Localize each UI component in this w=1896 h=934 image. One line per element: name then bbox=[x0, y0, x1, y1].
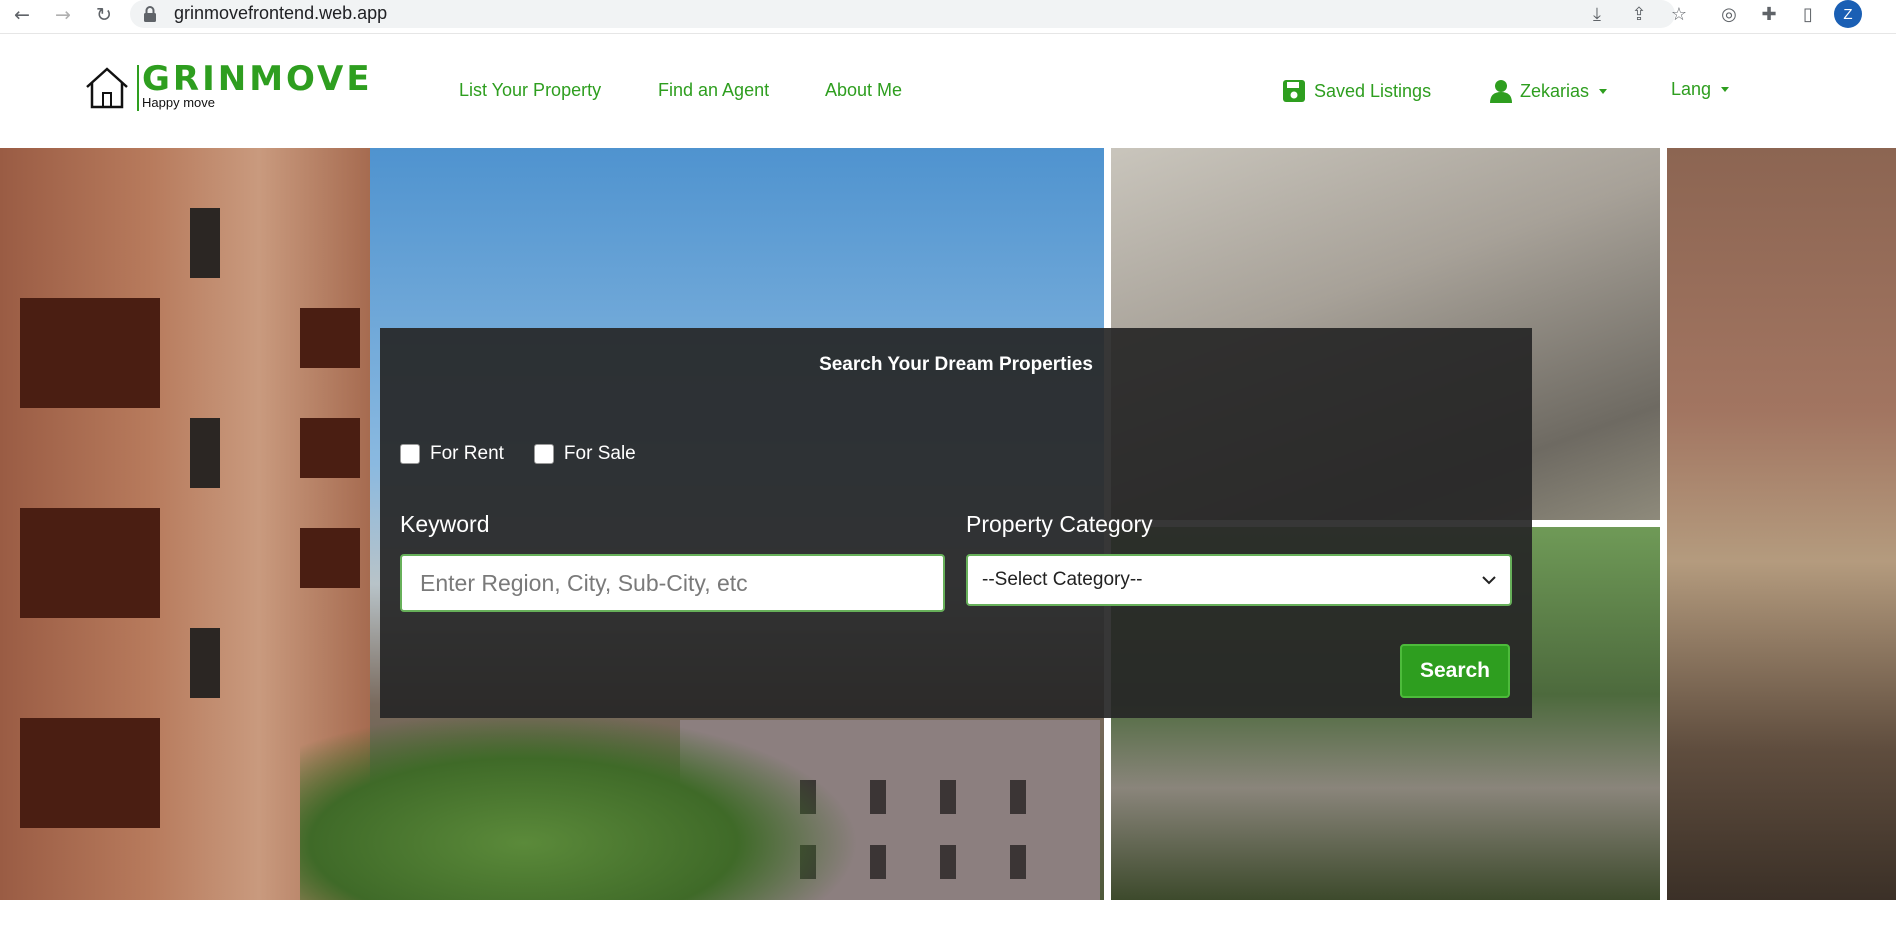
balcony bbox=[20, 298, 160, 408]
site-header: GRINMOVE Happy move List Your Property F… bbox=[0, 35, 1896, 147]
user-name: Zekarias bbox=[1520, 80, 1590, 101]
keyword-input[interactable]: Enter Region, City, Sub-City, etc bbox=[400, 554, 945, 612]
forward-icon[interactable]: → bbox=[50, 2, 76, 28]
category-select[interactable]: --Select Category-- bbox=[966, 554, 1512, 606]
balcony bbox=[300, 418, 360, 478]
house-icon bbox=[86, 67, 128, 109]
hero-banner: Search Your Dream Properties For Rent Fo… bbox=[0, 148, 1896, 900]
language-label: Lang bbox=[1671, 79, 1712, 99]
hero-image-balcony bbox=[1667, 148, 1896, 900]
logo-divider bbox=[137, 65, 139, 111]
search-button[interactable]: Search bbox=[1400, 644, 1510, 698]
install-icon[interactable]: ⤓ bbox=[1584, 1, 1610, 27]
nav-about-me[interactable]: About Me bbox=[825, 80, 902, 101]
balcony bbox=[20, 508, 160, 618]
saved-listings-label: Saved Listings bbox=[1314, 80, 1432, 101]
for-sale-checkbox[interactable]: For Sale bbox=[533, 443, 636, 465]
reload-icon[interactable]: ↻ bbox=[91, 2, 117, 28]
language-menu[interactable]: Lang bbox=[1671, 79, 1730, 100]
puzzle-icon[interactable]: ✚ bbox=[1756, 1, 1782, 27]
lock-icon bbox=[144, 6, 156, 22]
search-panel: Search Your Dream Properties For Rent Fo… bbox=[380, 328, 1532, 718]
search-title: Search Your Dream Properties bbox=[819, 354, 1093, 375]
extension-icon[interactable]: ◎ bbox=[1716, 1, 1742, 27]
checkbox-box[interactable] bbox=[400, 444, 420, 464]
window bbox=[190, 418, 220, 488]
window bbox=[190, 208, 220, 278]
chevron-down-icon bbox=[1721, 87, 1730, 92]
back-icon[interactable]: ← bbox=[9, 2, 35, 28]
for-sale-label: For Sale bbox=[563, 443, 636, 464]
category-label: Property Category bbox=[966, 511, 1153, 537]
for-rent-checkbox[interactable]: For Rent bbox=[400, 443, 504, 465]
user-menu[interactable]: Zekarias bbox=[1490, 79, 1608, 103]
checkbox-box[interactable] bbox=[533, 444, 554, 464]
listing-type-options: For Rent For Sale bbox=[400, 443, 636, 465]
profile-avatar[interactable]: Z bbox=[1834, 0, 1862, 28]
balcony bbox=[20, 718, 160, 828]
chevron-down-icon bbox=[1599, 88, 1608, 94]
browser-toolbar: ← → ↻ grinmovefrontend.web.app ⤓ ⇪ ☆ ◎ ✚… bbox=[0, 0, 1896, 34]
nav-find-agent[interactable]: Find an Agent bbox=[658, 80, 769, 101]
brand-tagline: Happy move bbox=[142, 95, 215, 110]
brand-name: GRINMOVE bbox=[142, 59, 373, 99]
site-logo[interactable]: GRINMOVE Happy move bbox=[84, 35, 384, 117]
user-icon bbox=[1490, 80, 1512, 103]
balcony bbox=[300, 528, 360, 588]
window bbox=[190, 628, 220, 698]
chevron-down-icon bbox=[1482, 576, 1496, 585]
side-panel-icon[interactable]: ▯ bbox=[1795, 1, 1821, 27]
floppy-disk-icon bbox=[1283, 80, 1305, 102]
balcony bbox=[300, 308, 360, 368]
category-selected-value: --Select Category-- bbox=[982, 569, 1143, 590]
keyword-label: Keyword bbox=[400, 511, 490, 537]
share-icon[interactable]: ⇪ bbox=[1626, 1, 1652, 27]
nav-list-property[interactable]: List Your Property bbox=[459, 80, 601, 101]
url-text[interactable]: grinmovefrontend.web.app bbox=[174, 3, 387, 24]
saved-listings-link[interactable]: Saved Listings bbox=[1282, 79, 1431, 103]
bookmark-star-icon[interactable]: ☆ bbox=[1666, 1, 1692, 27]
for-rent-label: For Rent bbox=[430, 443, 504, 464]
rooftop-garden bbox=[300, 710, 860, 900]
